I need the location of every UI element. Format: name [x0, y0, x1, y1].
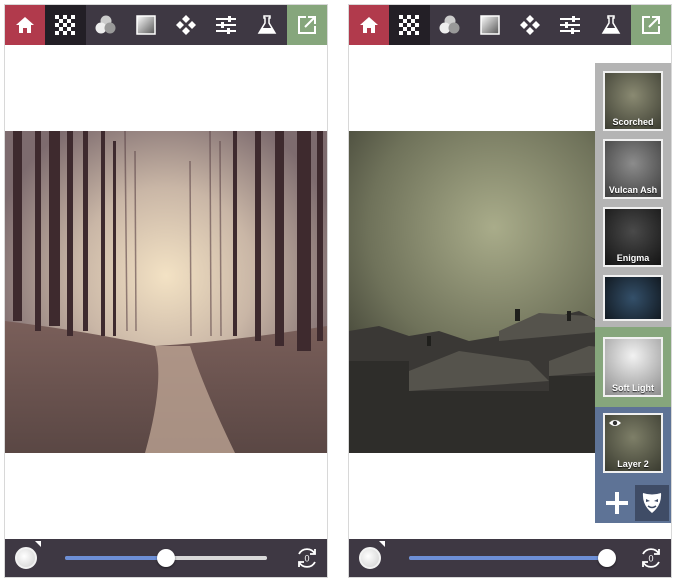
- top-toolbar: [349, 5, 671, 45]
- home-icon: [360, 17, 379, 33]
- gradient-tab[interactable]: [470, 5, 510, 45]
- gradient-square-icon: [480, 15, 500, 35]
- reset-icon: 0: [298, 548, 316, 568]
- add-layer-button[interactable]: [603, 489, 631, 517]
- gradient-square-icon: [136, 15, 156, 35]
- home-button[interactable]: [349, 5, 390, 45]
- bottom-bar: 0: [349, 539, 671, 577]
- home-button[interactable]: [5, 5, 46, 45]
- blend-mode-section: Soft Light: [595, 327, 671, 407]
- diamonds-icon: [176, 15, 197, 35]
- reset-button[interactable]: 0: [295, 546, 319, 570]
- opacity-slider[interactable]: [409, 549, 616, 567]
- adjust-tab[interactable]: [550, 5, 590, 45]
- slider-thumb[interactable]: [157, 549, 175, 567]
- diamonds-icon: [520, 15, 541, 35]
- slider-fill: [65, 556, 166, 560]
- phone-screen-left: 0: [4, 4, 328, 578]
- flask-icon: [601, 15, 620, 34]
- slider-remaining: [166, 556, 267, 560]
- blend-tab[interactable]: [430, 5, 470, 45]
- texture-label: Vulcan Ash: [608, 185, 658, 195]
- eye-icon[interactable]: [608, 418, 622, 428]
- texture-label: Scorched: [612, 117, 654, 127]
- phone-screen-right: Scorched Vulcan Ash Enigma Soft Light La…: [348, 4, 672, 578]
- forest-photo: [5, 131, 327, 453]
- textures-tab[interactable]: [45, 5, 86, 45]
- checkerboard-icon: [399, 15, 420, 35]
- adjust-tab[interactable]: [206, 5, 246, 45]
- mask-icon: [642, 493, 662, 513]
- export-icon: [641, 16, 660, 34]
- checkerboard-icon: [55, 15, 76, 35]
- corner-indicator-icon: [379, 541, 385, 547]
- shapes-tab[interactable]: [166, 5, 206, 45]
- texture-thumb-blue[interactable]: [603, 275, 663, 321]
- slider-fill: [409, 556, 611, 560]
- opacity-circle-button[interactable]: [15, 547, 37, 569]
- layer-label: Layer 2: [617, 459, 649, 469]
- flask-icon: [257, 15, 276, 34]
- reset-count: 0: [304, 554, 309, 564]
- export-button[interactable]: [630, 5, 671, 45]
- opacity-circle-button[interactable]: [359, 547, 381, 569]
- reset-count: 0: [648, 554, 653, 564]
- texture-list: Scorched Vulcan Ash Enigma: [595, 63, 671, 327]
- blend-tab[interactable]: [86, 5, 126, 45]
- texture-thumb-scorched[interactable]: Scorched: [603, 71, 663, 131]
- reset-icon: 0: [642, 548, 660, 568]
- effects-tab[interactable]: [247, 5, 287, 45]
- reset-button[interactable]: 0: [639, 546, 663, 570]
- layer-section: Layer 2: [595, 407, 671, 523]
- effects-tab[interactable]: [591, 5, 631, 45]
- mask-button[interactable]: [635, 485, 669, 521]
- gradient-tab[interactable]: [126, 5, 166, 45]
- circles-icon: [439, 15, 460, 34]
- slider-thumb[interactable]: [598, 549, 616, 567]
- home-icon: [16, 17, 35, 33]
- texture-label: Enigma: [616, 253, 650, 263]
- blend-mode-thumb[interactable]: Soft Light: [603, 337, 663, 397]
- top-toolbar: [5, 5, 327, 45]
- texture-thumb-vulcan-ash[interactable]: Vulcan Ash: [603, 139, 663, 199]
- texture-thumb-enigma[interactable]: Enigma: [603, 207, 663, 267]
- export-button[interactable]: [286, 5, 327, 45]
- opacity-slider[interactable]: [65, 549, 267, 567]
- shapes-tab[interactable]: [510, 5, 550, 45]
- blend-mode-label: Soft Light: [612, 383, 654, 393]
- circles-icon: [95, 15, 116, 34]
- sliders-icon: [560, 16, 581, 34]
- layer-thumb[interactable]: Layer 2: [603, 413, 663, 473]
- bottom-bar: 0: [5, 539, 327, 577]
- plus-icon: [606, 492, 628, 514]
- textures-tab[interactable]: [389, 5, 430, 45]
- layer-panel: Scorched Vulcan Ash Enigma Soft Light La…: [595, 63, 671, 523]
- sliders-icon: [216, 16, 237, 34]
- corner-indicator-icon: [35, 541, 41, 547]
- export-icon: [297, 16, 316, 34]
